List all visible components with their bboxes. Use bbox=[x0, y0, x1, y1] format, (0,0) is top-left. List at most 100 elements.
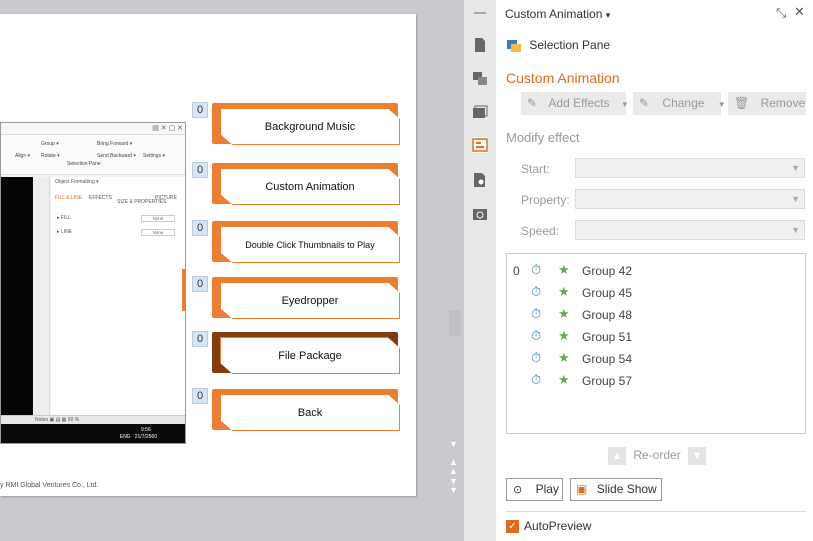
ribbon-selection-pane: Selection Pane bbox=[67, 161, 101, 167]
play-button[interactable]: ⊙ Play bbox=[506, 478, 563, 501]
close-icon[interactable]: ✕ bbox=[794, 4, 805, 20]
search-document-icon[interactable] bbox=[472, 172, 488, 188]
list-item[interactable]: ⏱ ★ Group 45 bbox=[507, 283, 805, 303]
list-item[interactable]: 0 ⏱ ★ Group 42 bbox=[507, 261, 805, 281]
action-button[interactable]: Eyedropper bbox=[212, 277, 402, 323]
star-icon: ★ bbox=[558, 328, 570, 343]
property-dropdown[interactable]: ▼ bbox=[575, 189, 805, 209]
property-label: Property: bbox=[521, 193, 570, 207]
move-up-icon[interactable]: ▲ bbox=[608, 446, 626, 465]
speed-label: Speed: bbox=[521, 224, 560, 238]
slide[interactable]: ▤ ✕ ▢ ✕ Group ▾ Bring Forward ▾ Align ▾ … bbox=[0, 14, 416, 496]
action-button-label: Eyedropper bbox=[281, 294, 339, 307]
move-down-icon[interactable]: ▼ bbox=[688, 446, 707, 465]
modify-effect-heading: Modify effect bbox=[506, 130, 580, 145]
action-order-number: 0 bbox=[192, 388, 208, 404]
picture-icon-rail bbox=[34, 177, 50, 443]
change-button[interactable]: ✎ Change ▼ bbox=[633, 92, 726, 115]
divider bbox=[506, 511, 806, 512]
picture-titlebar: ▤ ✕ ▢ ✕ bbox=[1, 123, 185, 135]
pane-title: Object Formatting ▾ bbox=[55, 179, 99, 185]
action-button[interactable]: Double Click Thumbnails to Play bbox=[212, 221, 402, 267]
pane-tab-fill: FILL & LINE bbox=[55, 195, 83, 201]
action-button-label: Double Click Thumbnails to Play bbox=[245, 239, 375, 250]
effect-name: Group 42 bbox=[582, 264, 633, 278]
prev-page-icon[interactable]: ▲ ▲ bbox=[449, 458, 458, 476]
slide-picture[interactable]: ▤ ✕ ▢ ✕ Group ▾ Bring Forward ▾ Align ▾ … bbox=[0, 122, 186, 444]
dock-icon[interactable]: ⤡ bbox=[776, 5, 786, 21]
timer-icon: ⏱ bbox=[531, 372, 542, 387]
panel-title-text: Custom Animation bbox=[505, 7, 603, 21]
timer-icon: ⏱ bbox=[531, 328, 542, 343]
trash-icon: 🗑 bbox=[734, 96, 750, 110]
splitter-handle[interactable] bbox=[449, 310, 461, 336]
action-button[interactable]: Custom Animation bbox=[212, 163, 402, 209]
action-button[interactable]: Back bbox=[212, 389, 402, 435]
picture-ribbon: Group ▾ Bring Forward ▾ Align ▾ Rotate ▾… bbox=[1, 135, 185, 175]
list-item[interactable]: ⏱ ★ Group 57 bbox=[507, 371, 805, 391]
chevron-down-icon: ▼ bbox=[791, 163, 800, 173]
action-button[interactable]: File Package bbox=[212, 332, 402, 378]
scroll-down-icon[interactable]: ▼ bbox=[449, 439, 458, 449]
list-item[interactable]: ⏱ ★ Group 54 bbox=[507, 349, 805, 369]
effect-name: Group 57 bbox=[582, 374, 633, 388]
list-item[interactable]: ⏱ ★ Group 51 bbox=[507, 327, 805, 347]
picture-format-pane: Object Formatting ▾ FILL & LINE EFFECTS … bbox=[51, 177, 185, 427]
selection-pane-icon bbox=[507, 39, 521, 52]
ribbon-align: Align ▾ bbox=[15, 153, 31, 159]
ribbon-bring-forward: Bring Forward ▾ bbox=[97, 141, 133, 147]
ribbon-send-backward: Send Backward ▾ bbox=[97, 153, 136, 159]
action-button-face: Eyedropper bbox=[220, 282, 400, 319]
action-button[interactable]: Background Music bbox=[212, 103, 402, 149]
timer-icon: ⏱ bbox=[531, 350, 542, 365]
slide-credit: y RMI Global Ventures Co., Ltd. bbox=[0, 482, 99, 489]
slide-layout-icon[interactable] bbox=[472, 104, 488, 120]
list-item[interactable]: ⏱ ★ Group 48 bbox=[507, 305, 805, 325]
panel-title[interactable]: Custom Animation ▾ bbox=[505, 7, 610, 21]
chevron-down-icon: ▼ bbox=[717, 100, 726, 109]
menu-icon[interactable] bbox=[472, 5, 488, 21]
selection-pane-label: Selection Pane bbox=[529, 38, 611, 52]
star-icon: ★ bbox=[558, 306, 570, 321]
play-label: Play bbox=[535, 482, 559, 496]
shapes-icon[interactable] bbox=[472, 70, 488, 86]
action-button-face: Background Music bbox=[220, 108, 400, 145]
custom-animation-icon[interactable] bbox=[472, 137, 488, 153]
document-icon[interactable] bbox=[472, 37, 488, 53]
remove-button[interactable]: 🗑 Remove bbox=[728, 92, 806, 115]
action-button-face: Custom Animation bbox=[220, 168, 400, 205]
effect-list[interactable]: 0 ⏱ ★ Group 42 ⏱ ★ Group 45 ⏱ ★ Group 48 ⏱ ★ Group 5… bbox=[506, 253, 806, 434]
section-title: Custom Animation bbox=[506, 70, 620, 86]
selection-pane-button[interactable]: Selection Pane bbox=[506, 38, 610, 53]
ribbon-rotate: Rotate ▾ bbox=[41, 153, 60, 159]
reorder-label: Re-order bbox=[633, 448, 681, 462]
star-icon: ★ bbox=[558, 284, 570, 299]
add-effects-button[interactable]: ✎ Add Effects ▼ bbox=[521, 92, 629, 115]
pane-tab-effects: EFFECTS bbox=[89, 195, 112, 201]
next-page-icon[interactable]: ▼ ▼ bbox=[449, 477, 458, 495]
taskbar-lang: ENG bbox=[119, 434, 131, 440]
start-dropdown[interactable]: ▼ bbox=[575, 158, 805, 178]
action-order-number: 0 bbox=[192, 220, 208, 236]
slide-show-button[interactable]: ▣ Slide Show bbox=[570, 478, 662, 501]
custom-animation-panel: Custom Animation ▾ ⤡ ✕ Selection Pane Cu… bbox=[496, 0, 813, 541]
slide-show-icon: ▣ bbox=[576, 482, 588, 496]
autopreview-checkbox[interactable]: ✓ AutoPreview bbox=[506, 519, 591, 534]
change-label: Change bbox=[662, 96, 705, 110]
chevron-down-icon: ▼ bbox=[791, 194, 800, 204]
action-button-label: File Package bbox=[278, 349, 342, 362]
task-pane-rail bbox=[464, 0, 496, 541]
star-icon: ★ bbox=[558, 262, 570, 277]
action-order-number: 0 bbox=[192, 331, 208, 347]
slide-canvas[interactable]: ▤ ✕ ▢ ✕ Group ▾ Bring Forward ▾ Align ▾ … bbox=[0, 0, 464, 541]
start-label: Start: bbox=[521, 162, 550, 176]
check-icon: ✓ bbox=[506, 520, 519, 534]
speed-dropdown[interactable]: ▼ bbox=[575, 220, 805, 240]
action-order-number: 0 bbox=[192, 162, 208, 178]
ribbon-settings: Settings ▾ bbox=[143, 153, 165, 159]
reorder-controls: ▲ Re-order ▼ bbox=[608, 444, 707, 466]
picture-taskbar: ENG 9:56 21/7/2560 bbox=[1, 424, 185, 443]
action-order-number: 0 bbox=[192, 102, 208, 118]
taskbar-date: 21/7/2560 bbox=[134, 434, 157, 440]
backup-icon[interactable] bbox=[472, 206, 488, 222]
